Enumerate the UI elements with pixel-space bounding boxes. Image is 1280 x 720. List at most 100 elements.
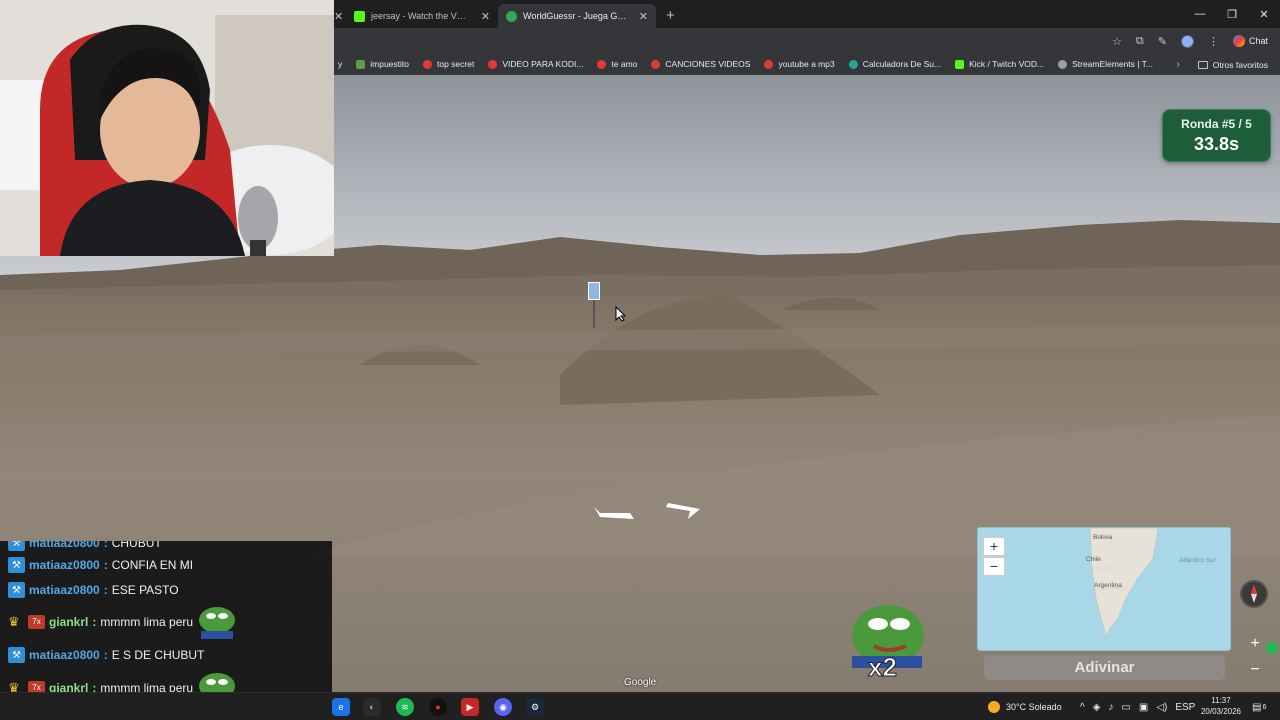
sv-zoom-in-button[interactable]: + <box>1244 634 1266 654</box>
chat-message: ⚒ matiaaz0800: ESE PASTO <box>8 582 179 598</box>
bookmark-label: youtube a mp3 <box>778 59 835 69</box>
new-tab-button[interactable]: + <box>656 4 685 28</box>
bookmark-canciones[interactable]: CANCIONES VIDEOS <box>651 59 750 69</box>
chat-text: CONFIA EN MI <box>111 558 194 572</box>
profile-avatar[interactable] <box>1180 34 1194 48</box>
gemini-chat-button[interactable]: Chat <box>1232 35 1268 47</box>
kick-badge-icon: ⚒ <box>8 647 25 663</box>
tab-close-icon[interactable]: ✕ <box>481 10 490 23</box>
dropbox-icon[interactable]: ◈ <box>1093 702 1101 713</box>
chat-message: ⚒ matiaaz0800: CONFIA EN MI <box>8 557 193 573</box>
clock-date: 20/03/2026 <box>1200 707 1242 716</box>
bookmark-te-amo[interactable]: te amo <box>597 59 637 69</box>
bookmark-video-kodi[interactable]: VIDEO PARA KODI... <box>488 59 583 69</box>
browser-tab-strip: ✕ jeersay - Watch the VOD on Kick ✕ Worl… <box>334 0 1280 28</box>
pepe-emote-overlay: x2 <box>850 600 930 690</box>
volume-icon[interactable]: ◁) <box>1156 702 1167 713</box>
notification-count: 6 <box>1262 703 1267 711</box>
google-attribution: Google <box>624 677 657 688</box>
windows-taskbar: e ◐ ≋ ● ▶ ◉ ⚙ 30°C Soleado ^ ◈ ♪ ▭ ▣ ◁) … <box>0 692 1280 720</box>
bookmark-label: StreamElements | T... <box>1072 59 1154 69</box>
nav-arrow-right-icon[interactable] <box>666 503 700 519</box>
map-zoom-in-button[interactable]: + <box>983 537 1005 556</box>
compass-icon[interactable] <box>1240 580 1268 608</box>
chat-message: ⚒ matiaaz0800: CHUBUT <box>8 541 162 551</box>
bookmark-calculadora[interactable]: Calculadora De Su... <box>848 59 942 69</box>
kick-badge-icon: ⚒ <box>8 541 25 551</box>
bookmark-y[interactable]: y <box>338 59 342 69</box>
kick-favicon-icon <box>354 10 365 22</box>
video-editor-icon[interactable]: ▶ <box>461 698 479 716</box>
discord-icon[interactable]: ◉ <box>494 698 512 716</box>
tab-kick-vod[interactable]: jeersay - Watch the VOD on Kick ✕ <box>346 4 498 28</box>
extension-puzzle-icon[interactable]: ✎ <box>1158 35 1167 48</box>
tab-title: jeersay - Watch the VOD on Kick <box>371 11 469 21</box>
bookmarks-bar: y impuestito top secret VIDEO PARA KODI.… <box>334 54 1280 75</box>
edge-icon[interactable]: e <box>332 698 350 716</box>
bookmark-impuestito[interactable]: impuestito <box>356 59 409 69</box>
kick-icon <box>955 59 965 69</box>
bookmark-top-secret[interactable]: top secret <box>423 59 474 69</box>
globe-favicon-icon <box>506 10 517 22</box>
display-icon[interactable]: ▭ <box>1121 702 1130 713</box>
nav-arrow-left-icon[interactable] <box>594 507 634 519</box>
road-sign <box>588 282 600 300</box>
spotify-icon[interactable]: ≋ <box>396 698 414 716</box>
maximize-button[interactable]: ❐ <box>1216 0 1248 28</box>
mouse-cursor-icon <box>615 306 626 322</box>
kick-badge-icon: ⚒ <box>8 557 25 573</box>
tab-close-icon[interactable]: ✕ <box>334 4 346 28</box>
tab-title: WorldGuessr - Juega GeoGuessr g <box>523 11 627 21</box>
bookmark-kick-twitch[interactable]: Kick / Twitch VOD... <box>955 59 1044 69</box>
bookmark-label: impuestito <box>370 59 409 69</box>
sv-zoom-out-button[interactable]: − <box>1244 660 1266 680</box>
chat-text: mmmm lima peru <box>100 615 194 629</box>
bookmark-label: Calculadora De Su... <box>862 59 942 69</box>
pepe-emote-icon <box>199 607 236 639</box>
map-label-argentina: Argentina <box>1094 582 1122 589</box>
bookmark-streamelements[interactable]: StreamElements | T... <box>1058 59 1153 69</box>
other-bookmarks-folder[interactable]: Otros favoritos <box>1189 54 1268 74</box>
notifications-button[interactable]: ▤ 6 <box>1252 693 1266 720</box>
chat-text: ESE PASTO <box>111 583 179 597</box>
map-zoom-out-button[interactable]: − <box>983 557 1005 576</box>
language-indicator[interactable]: ESP <box>1175 702 1195 713</box>
chevron-up-icon[interactable]: ^ <box>1080 702 1085 713</box>
menu-kebab-icon[interactable]: ⋮ <box>1208 35 1219 48</box>
weather-widget[interactable]: 30°C Soleado <box>988 693 1062 720</box>
map-label-atlantic: Atlántico Sur <box>1179 557 1216 564</box>
folder-icon <box>1197 60 1208 69</box>
chat-username: matiaaz0800 <box>29 558 100 572</box>
map-label-chile: Chile <box>1086 556 1101 563</box>
extensions-icon[interactable]: ⧉ <box>1136 35 1144 48</box>
bookmark-favicon-icon <box>356 59 366 69</box>
system-clock[interactable]: 11:37 20/03/2026 <box>1196 695 1246 717</box>
mic-icon[interactable]: ♪ <box>1108 702 1113 713</box>
guess-minimap[interactable]: Bolivia Chile Argentina Atlántico Sur <box>977 527 1231 651</box>
app-icon[interactable]: ◐ <box>363 698 381 716</box>
minimize-button[interactable]: — <box>1184 0 1216 28</box>
steam-icon[interactable]: ⚙ <box>526 698 544 716</box>
youtube-icon <box>651 59 661 69</box>
youtube-icon <box>488 59 498 69</box>
bookmark-label: te amo <box>611 59 638 69</box>
tab-close-icon[interactable]: ✕ <box>639 10 648 23</box>
clock-time: 11:37 <box>1211 696 1231 705</box>
bookmarks-more-icon[interactable]: › <box>1177 54 1180 74</box>
close-window-button[interactable]: ✕ <box>1248 0 1280 28</box>
guess-button[interactable]: Adivinar <box>984 655 1225 680</box>
notification-icon: ▤ <box>1252 701 1262 713</box>
chat-username: giankrl <box>49 615 89 629</box>
other-bookmarks-label: Otros favoritos <box>1212 59 1268 70</box>
obs-icon[interactable]: ● <box>429 698 447 716</box>
nav-arrows[interactable] <box>590 495 710 535</box>
network-icon[interactable]: ▣ <box>1139 702 1148 713</box>
crown-badge-icon: ♛ <box>8 680 20 693</box>
star-bookmark-icon[interactable]: ☆ <box>1112 35 1122 48</box>
tab-worldguessr[interactable]: WorldGuessr - Juega GeoGuessr g ✕ <box>498 4 656 28</box>
sign-pole <box>593 300 595 328</box>
youtube-icon <box>423 59 432 69</box>
bookmark-youtube-mp3[interactable]: youtube a mp3 <box>764 59 835 69</box>
screen: Ronda #5 / 5 33.8s Bolivia Chile Argenti… <box>0 0 1280 720</box>
map-label-bolivia: Bolivia <box>1093 534 1113 541</box>
